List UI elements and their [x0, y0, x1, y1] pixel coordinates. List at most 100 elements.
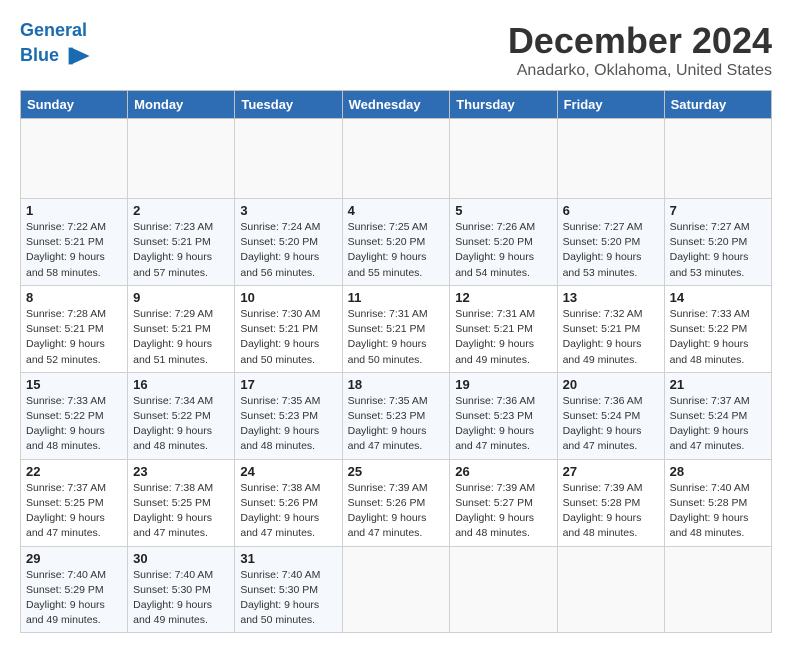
day-number: 2 — [133, 203, 229, 218]
calendar-cell: 13 Sunrise: 7:32 AM Sunset: 5:21 PM Dayli… — [557, 285, 664, 372]
title-area: December 2024 Anadarko, Oklahoma, United… — [508, 20, 772, 80]
day-number: 11 — [348, 290, 445, 305]
day-info: Sunrise: 7:33 AM Sunset: 5:22 PM Dayligh… — [670, 307, 766, 368]
day-info: Sunrise: 7:40 AM Sunset: 5:29 PM Dayligh… — [26, 568, 122, 629]
day-number: 28 — [670, 464, 766, 479]
calendar-cell: 14 Sunrise: 7:33 AM Sunset: 5:22 PM Dayli… — [664, 285, 771, 372]
calendar-cell: 29 Sunrise: 7:40 AM Sunset: 5:29 PM Dayli… — [21, 546, 128, 633]
calendar-cell: 19Sunrise: 7:36 AM Sunset: 5:23 PM Dayli… — [450, 372, 557, 459]
calendar-cell: 4Sunrise: 7:25 AM Sunset: 5:20 PM Daylig… — [342, 199, 450, 286]
day-info: Sunrise: 7:34 AM Sunset: 5:22 PM Dayligh… — [133, 394, 229, 455]
calendar-table: SundayMondayTuesdayWednesdayThursdayFrid… — [20, 90, 772, 633]
calendar-cell — [128, 119, 235, 199]
day-number: 20 — [563, 377, 659, 392]
day-info: Sunrise: 7:22 AM Sunset: 5:21 PM Dayligh… — [26, 220, 122, 281]
day-header-saturday: Saturday — [664, 91, 771, 119]
day-number: 26 — [455, 464, 551, 479]
calendar-cell: 8 Sunrise: 7:28 AM Sunset: 5:21 PM Daylig… — [21, 285, 128, 372]
calendar-cell — [664, 546, 771, 633]
day-header-monday: Monday — [128, 91, 235, 119]
day-number: 31 — [240, 551, 336, 566]
calendar-cell: 16 Sunrise: 7:34 AM Sunset: 5:22 PM Dayli… — [128, 372, 235, 459]
calendar-cell: 1 Sunrise: 7:22 AM Sunset: 5:21 PM Daylig… — [21, 199, 128, 286]
day-info: Sunrise: 7:39 AM Sunset: 5:27 PM Dayligh… — [455, 481, 551, 542]
logo-text: General — [20, 20, 91, 42]
day-number: 25 — [348, 464, 445, 479]
calendar-cell: 22Sunrise: 7:37 AM Sunset: 5:25 PM Dayli… — [21, 459, 128, 546]
calendar-cell: 7 Sunrise: 7:27 AM Sunset: 5:20 PM Daylig… — [664, 199, 771, 286]
calendar-cell: 18Sunrise: 7:35 AM Sunset: 5:23 PM Dayli… — [342, 372, 450, 459]
day-number: 3 — [240, 203, 336, 218]
day-info: Sunrise: 7:31 AM Sunset: 5:21 PM Dayligh… — [348, 307, 445, 368]
day-header-wednesday: Wednesday — [342, 91, 450, 119]
calendar-cell: 31Sunrise: 7:40 AM Sunset: 5:30 PM Dayli… — [235, 546, 342, 633]
logo: General Blue — [20, 20, 91, 70]
calendar-cell — [557, 546, 664, 633]
calendar-cell — [450, 119, 557, 199]
page-header: General Blue December 2024 Anadarko, Okl… — [20, 20, 772, 80]
day-info: Sunrise: 7:40 AM Sunset: 5:28 PM Dayligh… — [670, 481, 766, 542]
day-info: Sunrise: 7:31 AM Sunset: 5:21 PM Dayligh… — [455, 307, 551, 368]
day-info: Sunrise: 7:30 AM Sunset: 5:21 PM Dayligh… — [240, 307, 336, 368]
calendar-cell — [342, 546, 450, 633]
day-info: Sunrise: 7:28 AM Sunset: 5:21 PM Dayligh… — [26, 307, 122, 368]
day-number: 5 — [455, 203, 551, 218]
day-info: Sunrise: 7:32 AM Sunset: 5:21 PM Dayligh… — [563, 307, 659, 368]
calendar-cell: 2Sunrise: 7:23 AM Sunset: 5:21 PM Daylig… — [128, 199, 235, 286]
day-number: 8 — [26, 290, 122, 305]
calendar-cell — [664, 119, 771, 199]
day-info: Sunrise: 7:24 AM Sunset: 5:20 PM Dayligh… — [240, 220, 336, 281]
calendar-cell: 27Sunrise: 7:39 AM Sunset: 5:28 PM Dayli… — [557, 459, 664, 546]
calendar-header-row: SundayMondayTuesdayWednesdayThursdayFrid… — [21, 91, 772, 119]
calendar-cell: 17Sunrise: 7:35 AM Sunset: 5:23 PM Dayli… — [235, 372, 342, 459]
day-info: Sunrise: 7:39 AM Sunset: 5:28 PM Dayligh… — [563, 481, 659, 542]
day-number: 6 — [563, 203, 659, 218]
calendar-week-4: 22Sunrise: 7:37 AM Sunset: 5:25 PM Dayli… — [21, 459, 772, 546]
day-header-thursday: Thursday — [450, 91, 557, 119]
calendar-cell: 26 Sunrise: 7:39 AM Sunset: 5:27 PM Dayli… — [450, 459, 557, 546]
logo-icon — [63, 42, 91, 70]
day-info: Sunrise: 7:29 AM Sunset: 5:21 PM Dayligh… — [133, 307, 229, 368]
day-info: Sunrise: 7:36 AM Sunset: 5:24 PM Dayligh… — [563, 394, 659, 455]
calendar-week-5: 29 Sunrise: 7:40 AM Sunset: 5:29 PM Dayli… — [21, 546, 772, 633]
day-info: Sunrise: 7:39 AM Sunset: 5:26 PM Dayligh… — [348, 481, 445, 542]
calendar-cell: 12 Sunrise: 7:31 AM Sunset: 5:21 PM Dayli… — [450, 285, 557, 372]
day-number: 18 — [348, 377, 445, 392]
day-number: 15 — [26, 377, 122, 392]
day-number: 29 — [26, 551, 122, 566]
calendar-cell — [21, 119, 128, 199]
day-info: Sunrise: 7:38 AM Sunset: 5:25 PM Dayligh… — [133, 481, 229, 542]
calendar-cell: 25 Sunrise: 7:39 AM Sunset: 5:26 PM Dayli… — [342, 459, 450, 546]
day-number: 16 — [133, 377, 229, 392]
day-number: 14 — [670, 290, 766, 305]
day-info: Sunrise: 7:26 AM Sunset: 5:20 PM Dayligh… — [455, 220, 551, 281]
day-number: 4 — [348, 203, 445, 218]
day-info: Sunrise: 7:27 AM Sunset: 5:20 PM Dayligh… — [563, 220, 659, 281]
calendar-cell: 28 Sunrise: 7:40 AM Sunset: 5:28 PM Dayli… — [664, 459, 771, 546]
day-number: 1 — [26, 203, 122, 218]
calendar-cell: 30Sunrise: 7:40 AM Sunset: 5:30 PM Dayli… — [128, 546, 235, 633]
calendar-cell: 20 Sunrise: 7:36 AM Sunset: 5:24 PM Dayli… — [557, 372, 664, 459]
calendar-cell: 6 Sunrise: 7:27 AM Sunset: 5:20 PM Daylig… — [557, 199, 664, 286]
day-info: Sunrise: 7:33 AM Sunset: 5:22 PM Dayligh… — [26, 394, 122, 455]
calendar-cell: 24Sunrise: 7:38 AM Sunset: 5:26 PM Dayli… — [235, 459, 342, 546]
calendar-cell: 11 Sunrise: 7:31 AM Sunset: 5:21 PM Dayli… — [342, 285, 450, 372]
day-header-sunday: Sunday — [21, 91, 128, 119]
day-info: Sunrise: 7:27 AM Sunset: 5:20 PM Dayligh… — [670, 220, 766, 281]
calendar-cell: 21Sunrise: 7:37 AM Sunset: 5:24 PM Dayli… — [664, 372, 771, 459]
day-header-friday: Friday — [557, 91, 664, 119]
calendar-cell: 15 Sunrise: 7:33 AM Sunset: 5:22 PM Dayli… — [21, 372, 128, 459]
logo-text2: Blue — [20, 42, 91, 70]
day-number: 12 — [455, 290, 551, 305]
location-title: Anadarko, Oklahoma, United States — [508, 62, 772, 80]
day-info: Sunrise: 7:38 AM Sunset: 5:26 PM Dayligh… — [240, 481, 336, 542]
day-header-tuesday: Tuesday — [235, 91, 342, 119]
day-number: 7 — [670, 203, 766, 218]
calendar-cell: 9 Sunrise: 7:29 AM Sunset: 5:21 PM Daylig… — [128, 285, 235, 372]
calendar-cell — [235, 119, 342, 199]
calendar-week-3: 15 Sunrise: 7:33 AM Sunset: 5:22 PM Dayli… — [21, 372, 772, 459]
day-number: 9 — [133, 290, 229, 305]
day-info: Sunrise: 7:40 AM Sunset: 5:30 PM Dayligh… — [133, 568, 229, 629]
day-number: 13 — [563, 290, 659, 305]
calendar-week-0 — [21, 119, 772, 199]
